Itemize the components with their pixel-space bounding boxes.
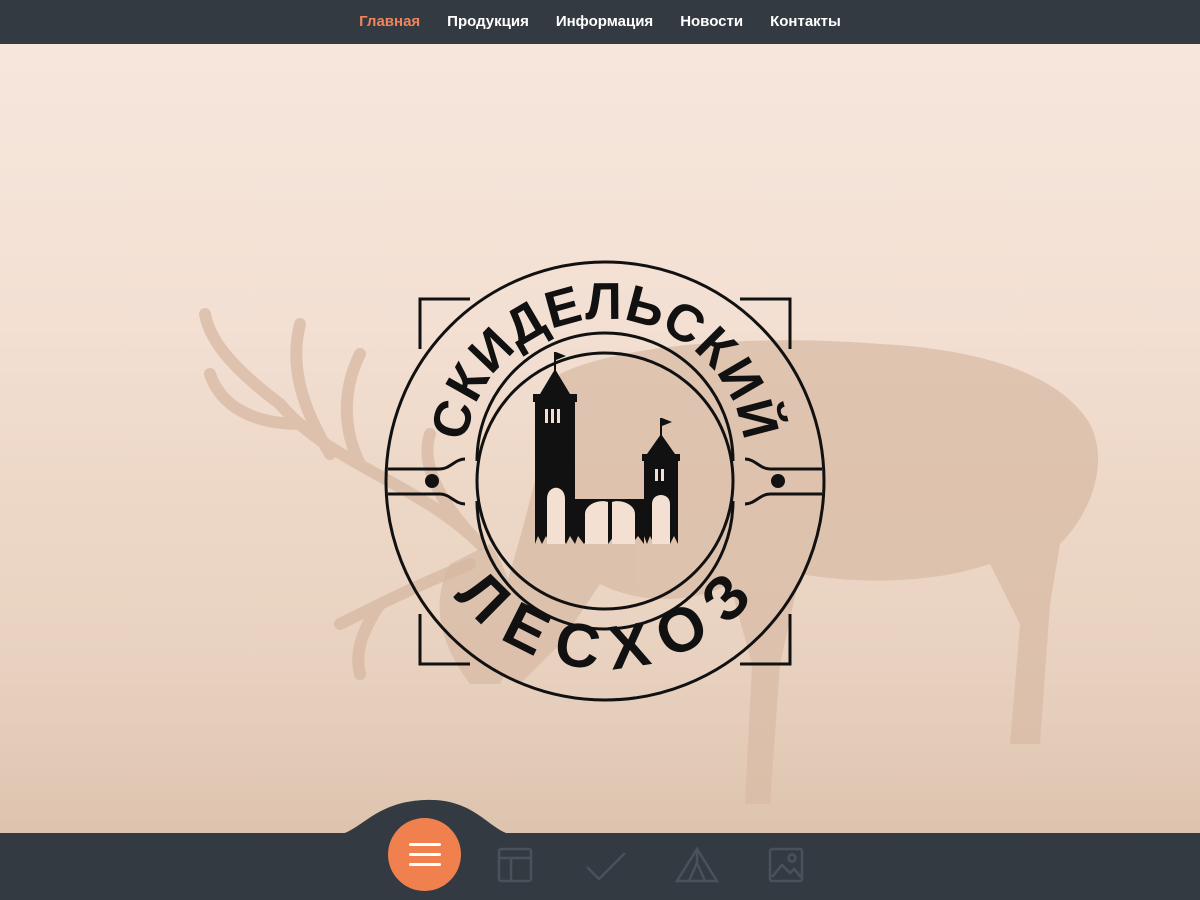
nav-item-information[interactable]: Информация [556, 0, 653, 44]
nav-item-products[interactable]: Продукция [447, 0, 529, 44]
logo-top-text: СКИДЕЛЬСКИЙ [420, 273, 791, 445]
top-navigation: Главная Продукция Информация Новости Кон… [0, 0, 1200, 44]
nav-item-home[interactable]: Главная [359, 0, 420, 44]
layout-icon[interactable] [497, 847, 533, 883]
skidel-forestry-logo: СКИДЕЛЬСКИЙ ЛЕСХОЗ [384, 260, 826, 702]
tent-icon[interactable] [675, 847, 719, 883]
menu-icon [408, 843, 441, 846]
menu-button[interactable] [388, 818, 461, 891]
nav-item-news[interactable]: Новости [680, 0, 743, 44]
logo-bottom-text: ЛЕСХОЗ [443, 557, 767, 683]
hero-section: СКИДЕЛЬСКИЙ ЛЕСХОЗ [0, 44, 1200, 834]
image-icon[interactable] [768, 847, 804, 883]
nav-item-contacts[interactable]: Контакты [770, 0, 841, 44]
check-icon[interactable] [585, 847, 627, 883]
